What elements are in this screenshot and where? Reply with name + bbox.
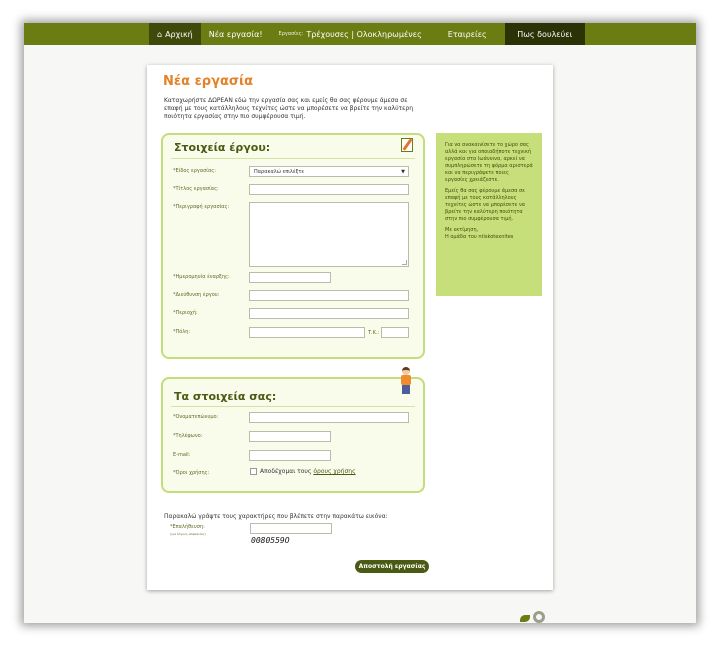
- nav-how-it-works[interactable]: Πως δουλεύει: [504, 23, 585, 45]
- captcha-image: 0080559O: [251, 536, 290, 545]
- terms-link[interactable]: όρους χρήσης: [313, 468, 355, 475]
- terms-label: *Όροι χρήσης:: [173, 470, 210, 476]
- gear-icon: [533, 611, 545, 623]
- job-details-box: Στοιχεία έργου: *Είδος εργασίας: Παρακαλ…: [161, 133, 425, 359]
- personal-details-box: Τα στοιχεία σας: *Ονοματεπώνυμο: *Τηλέφω…: [161, 367, 425, 493]
- browser-frame: ⌂ Αρχική Νέα εργασία! Εργασίες: Τρέχουσε…: [24, 23, 696, 623]
- captcha-label: *Επαλήθευση:: [170, 524, 205, 530]
- info-signoff-line1: Με εκτίμηση,: [445, 227, 479, 233]
- area-label: *Περιοχή:: [173, 310, 198, 316]
- job-title-label: *Τίτλος εργασίας:: [173, 186, 219, 192]
- info-paragraph-2: Εμείς θα σας φέρουμε άμεσα σε επαφή με τ…: [445, 188, 526, 222]
- captcha-input[interactable]: [250, 523, 332, 534]
- top-navigation: ⌂ Αρχική Νέα εργασία! Εργασίες: Τρέχουσε…: [24, 23, 696, 45]
- terms-accept-text: Αποδέχομαι τους: [260, 468, 312, 475]
- postcode-label: Τ.Κ.:: [368, 330, 380, 336]
- start-date-input[interactable]: [249, 272, 331, 283]
- nav-jobs-prefix: Εργασίες:: [278, 31, 304, 37]
- address-input[interactable]: [249, 290, 409, 301]
- job-description-textarea[interactable]: [249, 202, 409, 267]
- nav-jobs[interactable]: Εργασίες: Τρέχουσες | Ολοκληρωμένες: [271, 23, 430, 45]
- notepad-icon: [401, 138, 413, 152]
- divider: [171, 406, 415, 407]
- nav-home-label: Αρχική: [165, 29, 193, 39]
- info-signoff: Με εκτίμηση, Η ομάδα του ntiskotexnites: [445, 227, 533, 241]
- nav-companies[interactable]: Εταιρείες: [430, 23, 505, 45]
- job-details-title: Στοιχεία έργου:: [174, 141, 271, 154]
- nav-new-job[interactable]: Νέα εργασία!: [201, 23, 271, 45]
- job-title-input[interactable]: [249, 184, 409, 195]
- personal-details-title: Τα στοιχεία σας:: [174, 390, 277, 403]
- terms-checkbox[interactable]: [250, 468, 257, 475]
- job-description-label: *Περιγραφή εργασίας:: [173, 204, 230, 210]
- info-paragraph-1: Για να ανακαινίσετε το χώρο σας αλλά και…: [445, 142, 533, 183]
- job-type-label: *Είδος εργασίας:: [173, 168, 216, 174]
- nav-jobs-links[interactable]: Τρέχουσες | Ολοκληρωμένες: [306, 30, 421, 39]
- start-date-label: *Ημερομηνία έναρξης:: [173, 274, 230, 280]
- phone-label: *Τηλέφωνο:: [173, 433, 203, 439]
- city-input[interactable]: [249, 327, 365, 338]
- email-label: E-mail:: [173, 452, 191, 458]
- nav-home[interactable]: ⌂ Αρχική: [149, 23, 201, 45]
- home-icon: ⌂: [157, 29, 163, 39]
- name-input[interactable]: [249, 412, 409, 423]
- chevron-down-icon: ▼: [401, 169, 405, 175]
- intro-text: Καταχωρήστε ΔΩΡΕΑΝ εδώ την εργασία σας κ…: [164, 97, 414, 120]
- captcha-instructions: Παρακαλώ γράψτε τους χαρακτήρες που βλέπ…: [164, 513, 388, 520]
- submit-job-button[interactable]: Αποστολή εργασίας: [355, 560, 429, 573]
- email-input[interactable]: [249, 450, 331, 461]
- name-label: *Ονοματεπώνυμο:: [173, 414, 219, 420]
- phone-input[interactable]: [249, 431, 331, 442]
- postcode-input[interactable]: [381, 327, 409, 338]
- footer-logo: [520, 611, 550, 623]
- resize-handle[interactable]: [402, 260, 407, 265]
- page-title: Νέα εργασία: [163, 74, 254, 89]
- job-type-value: Παρακαλώ επιλέξτε: [254, 169, 305, 175]
- main-panel: Νέα εργασία Καταχωρήστε ΔΩΡΕΑΝ εδώ την ε…: [147, 65, 553, 590]
- area-input[interactable]: [249, 308, 409, 319]
- terms-text: Αποδέχομαι τους όρους χρήσης: [260, 468, 356, 475]
- job-type-select[interactable]: Παρακαλώ επιλέξτε ▼: [249, 166, 409, 177]
- city-label: *Πόλη:: [173, 329, 191, 335]
- info-signoff-line2: Η ομάδα του ntiskotexnites: [445, 234, 514, 240]
- address-label: *Διεύθυνση έργου:: [173, 292, 220, 298]
- info-side-box: Για να ανακαινίσετε το χώρο σας αλλά και…: [436, 133, 542, 296]
- captcha-hint: (για λόγους ασφαλείας): [170, 532, 206, 536]
- divider: [171, 158, 415, 159]
